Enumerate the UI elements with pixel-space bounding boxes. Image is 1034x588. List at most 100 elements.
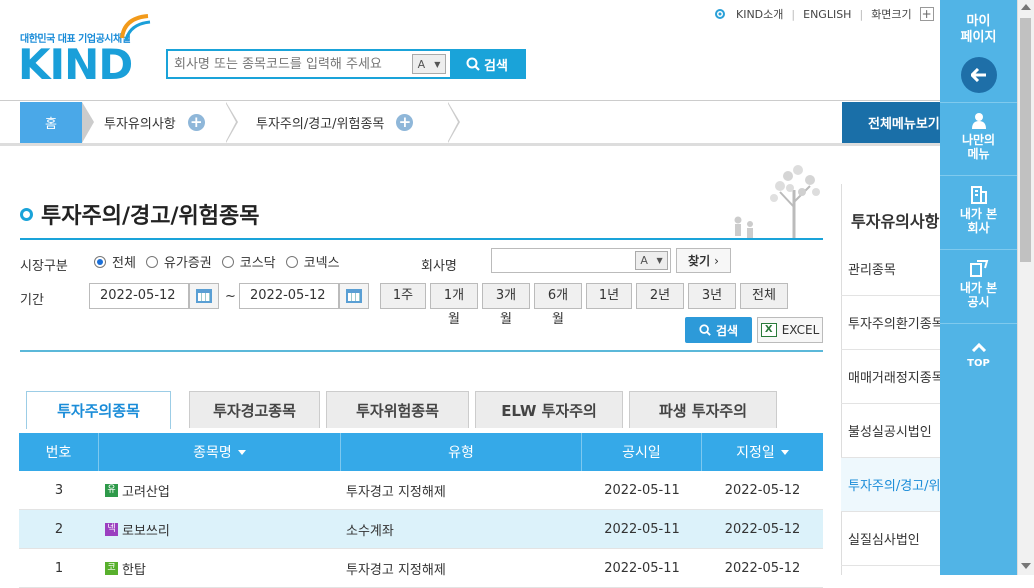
row-designated-date: 2022-05-12: [724, 482, 801, 498]
market-radio-kosdaq[interactable]: 코스닥: [221, 252, 276, 271]
sort-down-icon[interactable]: [237, 449, 246, 455]
filter-divider: [20, 350, 823, 352]
title-bullet-icon: [20, 207, 33, 221]
period-1y-button[interactable]: 1년: [586, 283, 632, 309]
sort-down-icon[interactable]: [780, 449, 789, 455]
breadcrumb-item-warning-stocks[interactable]: 투자주의/경고/위험종목 +: [256, 102, 414, 143]
company-label: 회사명: [421, 259, 457, 274]
row-type: 투자경고 지정해제: [346, 562, 446, 578]
search-button[interactable]: 검색: [685, 317, 752, 343]
scrollbar-thumb[interactable]: [1020, 18, 1031, 262]
autocomplete-toggle[interactable]: A ▼: [412, 54, 446, 74]
sub-menu-item-selected[interactable]: 투자주의/경고/위험종목: [841, 458, 940, 512]
period-3y-button[interactable]: 3년: [688, 283, 736, 309]
row-type: 투자경고 지정해제: [346, 484, 446, 500]
row-no: 3: [54, 482, 64, 498]
period-1m-button[interactable]: 1개월: [430, 283, 478, 327]
sub-menu-title: 투자유의사항: [851, 212, 940, 231]
divider: |: [791, 7, 796, 21]
kind-info-icon: [715, 9, 725, 19]
radio-selected-icon: [94, 255, 106, 268]
market-radio-kospi[interactable]: 유가증권: [145, 252, 212, 271]
person-icon: [971, 113, 986, 129]
scroll-up-arrow-icon[interactable]: [1021, 4, 1031, 10]
breadcrumb-home[interactable]: 홈: [20, 102, 82, 143]
market-radio-konex[interactable]: 코넥스: [285, 252, 340, 271]
column-designated-date[interactable]: 지정일: [702, 433, 823, 471]
side-menu-close-button[interactable]: [940, 57, 1017, 93]
viewed-disclosures-button[interactable]: 내가 본 공시: [940, 260, 1017, 309]
tab-danger[interactable]: 투자위험종목: [326, 391, 469, 428]
market-label: 시장구분: [20, 259, 68, 274]
company-autocomplete-toggle[interactable]: A ▼: [635, 251, 668, 270]
tab-caution[interactable]: 투자주의종목: [26, 391, 171, 429]
about-kind-link[interactable]: KIND소개: [736, 6, 783, 22]
calendar-icon: [346, 289, 362, 303]
row-notice-date: 2022-05-11: [604, 482, 680, 498]
table-row: 2 넥 로보쓰리 소수계좌 2022-05-11 2022-05-12: [19, 510, 823, 549]
expand-plus-icon[interactable]: +: [187, 114, 205, 131]
title-underline: [20, 238, 823, 240]
table-header: 번호 종목명 유형 공시일 지정일: [19, 433, 823, 471]
market-badge-icon: 유: [105, 483, 118, 497]
global-search-box: A▼ 검색: [166, 49, 526, 79]
table-row: 1 코 한탑 투자경고 지정해제 2022-05-11 2022-05-12: [19, 549, 823, 588]
building-icon: [970, 186, 987, 204]
my-page-label[interactable]: 마이 페이지: [940, 14, 1017, 46]
all-menu-button[interactable]: 전체메뉴보기: [842, 102, 940, 143]
global-search-button[interactable]: 검색: [450, 51, 524, 77]
find-company-button[interactable]: 찾기 ›: [676, 248, 731, 273]
market-badge-icon: 코: [105, 561, 118, 575]
market-radio-all[interactable]: 전체: [94, 252, 136, 271]
my-menu-button[interactable]: 나만의 메뉴: [940, 112, 1017, 161]
chevron-right-icon: ›: [714, 253, 719, 268]
zoom-in-icon[interactable]: +: [919, 7, 934, 21]
period-2y-button[interactable]: 2년: [636, 283, 684, 309]
search-icon: [466, 57, 480, 71]
date-from-calendar-button[interactable]: [189, 283, 219, 309]
sub-menu-item[interactable]: 불성실공시법인: [841, 404, 940, 458]
period-6m-button[interactable]: 6개월: [534, 283, 582, 327]
date-to-calendar-button[interactable]: [339, 283, 369, 309]
row-company[interactable]: 유 고려산업: [99, 471, 341, 509]
radio-icon: [221, 255, 234, 268]
tab-bar: 투자주의종목 투자경고종목 투자위험종목 ELW 투자주의 파생 투자주의: [26, 391, 777, 429]
period-1w-button[interactable]: 1주: [380, 283, 426, 309]
column-name[interactable]: 종목명: [99, 433, 341, 471]
viewed-companies-button[interactable]: 내가 본 회사: [940, 186, 1017, 235]
chevron-up-icon: [971, 342, 986, 353]
sub-menu-item[interactable]: 실질심사법인: [841, 512, 940, 566]
period-label: 기간: [20, 293, 44, 308]
top-links: KIND소개 | ENGLISH | 화면크기 +: [712, 6, 934, 22]
sub-menu-item[interactable]: 매매거래정지종목: [841, 350, 940, 404]
row-no: 1: [54, 560, 64, 576]
tab-derivatives-caution[interactable]: 파생 투자주의: [629, 391, 777, 428]
sub-menu-item[interactable]: 관리종목: [841, 242, 940, 296]
expand-plus-icon[interactable]: +: [396, 114, 414, 131]
scroll-down-arrow-icon[interactable]: [1021, 563, 1031, 569]
row-no: 2: [54, 521, 64, 537]
breadcrumb-item-investment-notice[interactable]: 투자유의사항 +: [104, 102, 205, 143]
english-link[interactable]: ENGLISH: [803, 8, 851, 21]
period-button-group: 1주 1개월 3개월 6개월 1년 2년 3년 전체: [380, 283, 788, 327]
date-to-input[interactable]: 2022-05-12: [239, 283, 339, 309]
period-3m-button[interactable]: 3개월: [482, 283, 530, 327]
kind-logo[interactable]: KIND: [18, 40, 133, 89]
page-title: 투자주의/경고/위험종목: [20, 198, 259, 230]
period-all-button[interactable]: 전체: [740, 283, 788, 309]
table-row: 3 유 고려산업 투자경고 지정해제 2022-05-11 2022-05-12: [19, 471, 823, 510]
excel-download-button[interactable]: X EXCEL: [757, 317, 823, 343]
tab-elw-caution[interactable]: ELW 투자주의: [475, 391, 623, 428]
date-range-separator: ~: [225, 289, 236, 304]
excel-icon: X: [760, 323, 777, 337]
tab-warning[interactable]: 투자경고종목: [189, 391, 320, 428]
row-company[interactable]: 코 한탑: [99, 549, 341, 587]
sub-menu-item[interactable]: 투자주의환기종목: [841, 296, 940, 350]
date-from-input[interactable]: 2022-05-12: [89, 283, 189, 309]
row-company[interactable]: 넥 로보쓰리: [99, 510, 341, 548]
row-type: 소수계좌: [346, 523, 394, 539]
tree-illustration-icon: [734, 165, 820, 240]
scroll-top-button[interactable]: TOP: [940, 342, 1017, 371]
logo-swoosh-icon: [120, 14, 151, 41]
global-search-input[interactable]: [168, 51, 412, 77]
